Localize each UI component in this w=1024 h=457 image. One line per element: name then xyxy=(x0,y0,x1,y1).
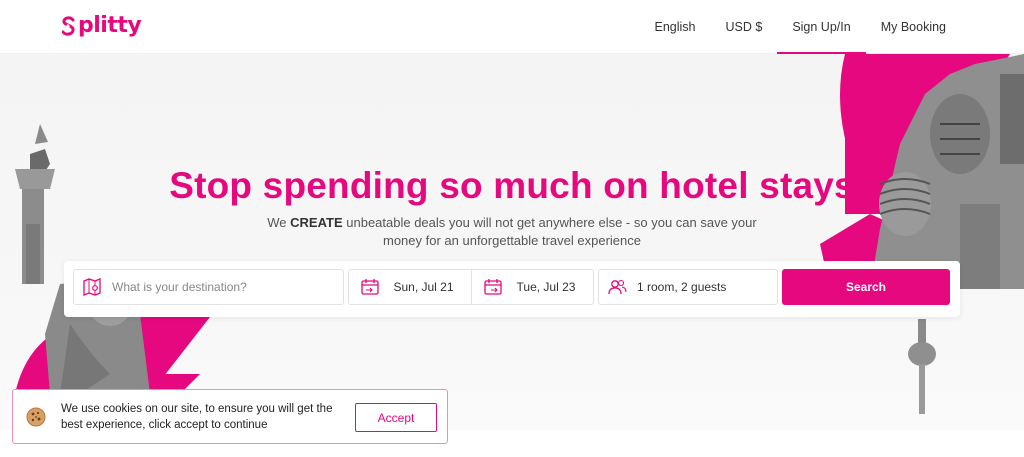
checkout-value: Tue, Jul 23 xyxy=(516,280,576,294)
search-button[interactable]: Search xyxy=(782,269,950,305)
hero-headline: Stop spending so much on hotel stays xyxy=(169,165,855,206)
date-range-field: Sun, Jul 21 Tue, Jul 23 xyxy=(348,269,594,305)
guests-value: 1 room, 2 guests xyxy=(637,280,727,294)
subtitle-prefix: We xyxy=(267,215,291,230)
subtitle-emphasis: CREATE xyxy=(290,215,343,230)
site-header: plitty English USD $ Sign Up/In My Booki… xyxy=(0,0,1024,54)
logo[interactable]: plitty xyxy=(62,13,142,39)
cookie-message: We use cookies on our site, to ensure yo… xyxy=(61,402,333,431)
search-panel: Sun, Jul 21 Tue, Jul 23 xyxy=(64,261,960,317)
calendar-checkout-icon xyxy=(483,277,503,297)
checkin-date[interactable]: Sun, Jul 21 xyxy=(349,270,471,304)
accept-cookies-button[interactable]: Accept xyxy=(355,403,437,432)
cookie-icon xyxy=(26,407,46,426)
map-pin-icon xyxy=(82,277,102,297)
logo-text: plitty xyxy=(78,13,142,38)
main-nav: English USD $ Sign Up/In My Booking xyxy=(639,0,1024,54)
cookie-banner: We use cookies on our site, to ensure yo… xyxy=(12,389,448,444)
subtitle-suffix: unbeatable deals you will not get anywhe… xyxy=(342,215,757,248)
users-icon xyxy=(607,277,627,297)
hero-subtitle: We CREATE unbeatable deals you will not … xyxy=(262,214,762,250)
nav-currency[interactable]: USD $ xyxy=(710,0,777,54)
checkout-date[interactable]: Tue, Jul 23 xyxy=(471,270,593,304)
destination-input[interactable] xyxy=(112,280,332,294)
calendar-checkin-icon xyxy=(360,277,380,297)
logo-mark-icon xyxy=(62,16,75,36)
hero-section: Stop spending so much on hotel stays We … xyxy=(0,54,1024,430)
nav-my-booking[interactable]: My Booking xyxy=(866,0,961,54)
guests-field[interactable]: 1 room, 2 guests xyxy=(598,269,778,305)
checkin-value: Sun, Jul 21 xyxy=(393,280,454,294)
destination-field[interactable] xyxy=(73,269,344,305)
nav-signup[interactable]: Sign Up/In xyxy=(777,0,867,54)
nav-language[interactable]: English xyxy=(639,0,710,54)
